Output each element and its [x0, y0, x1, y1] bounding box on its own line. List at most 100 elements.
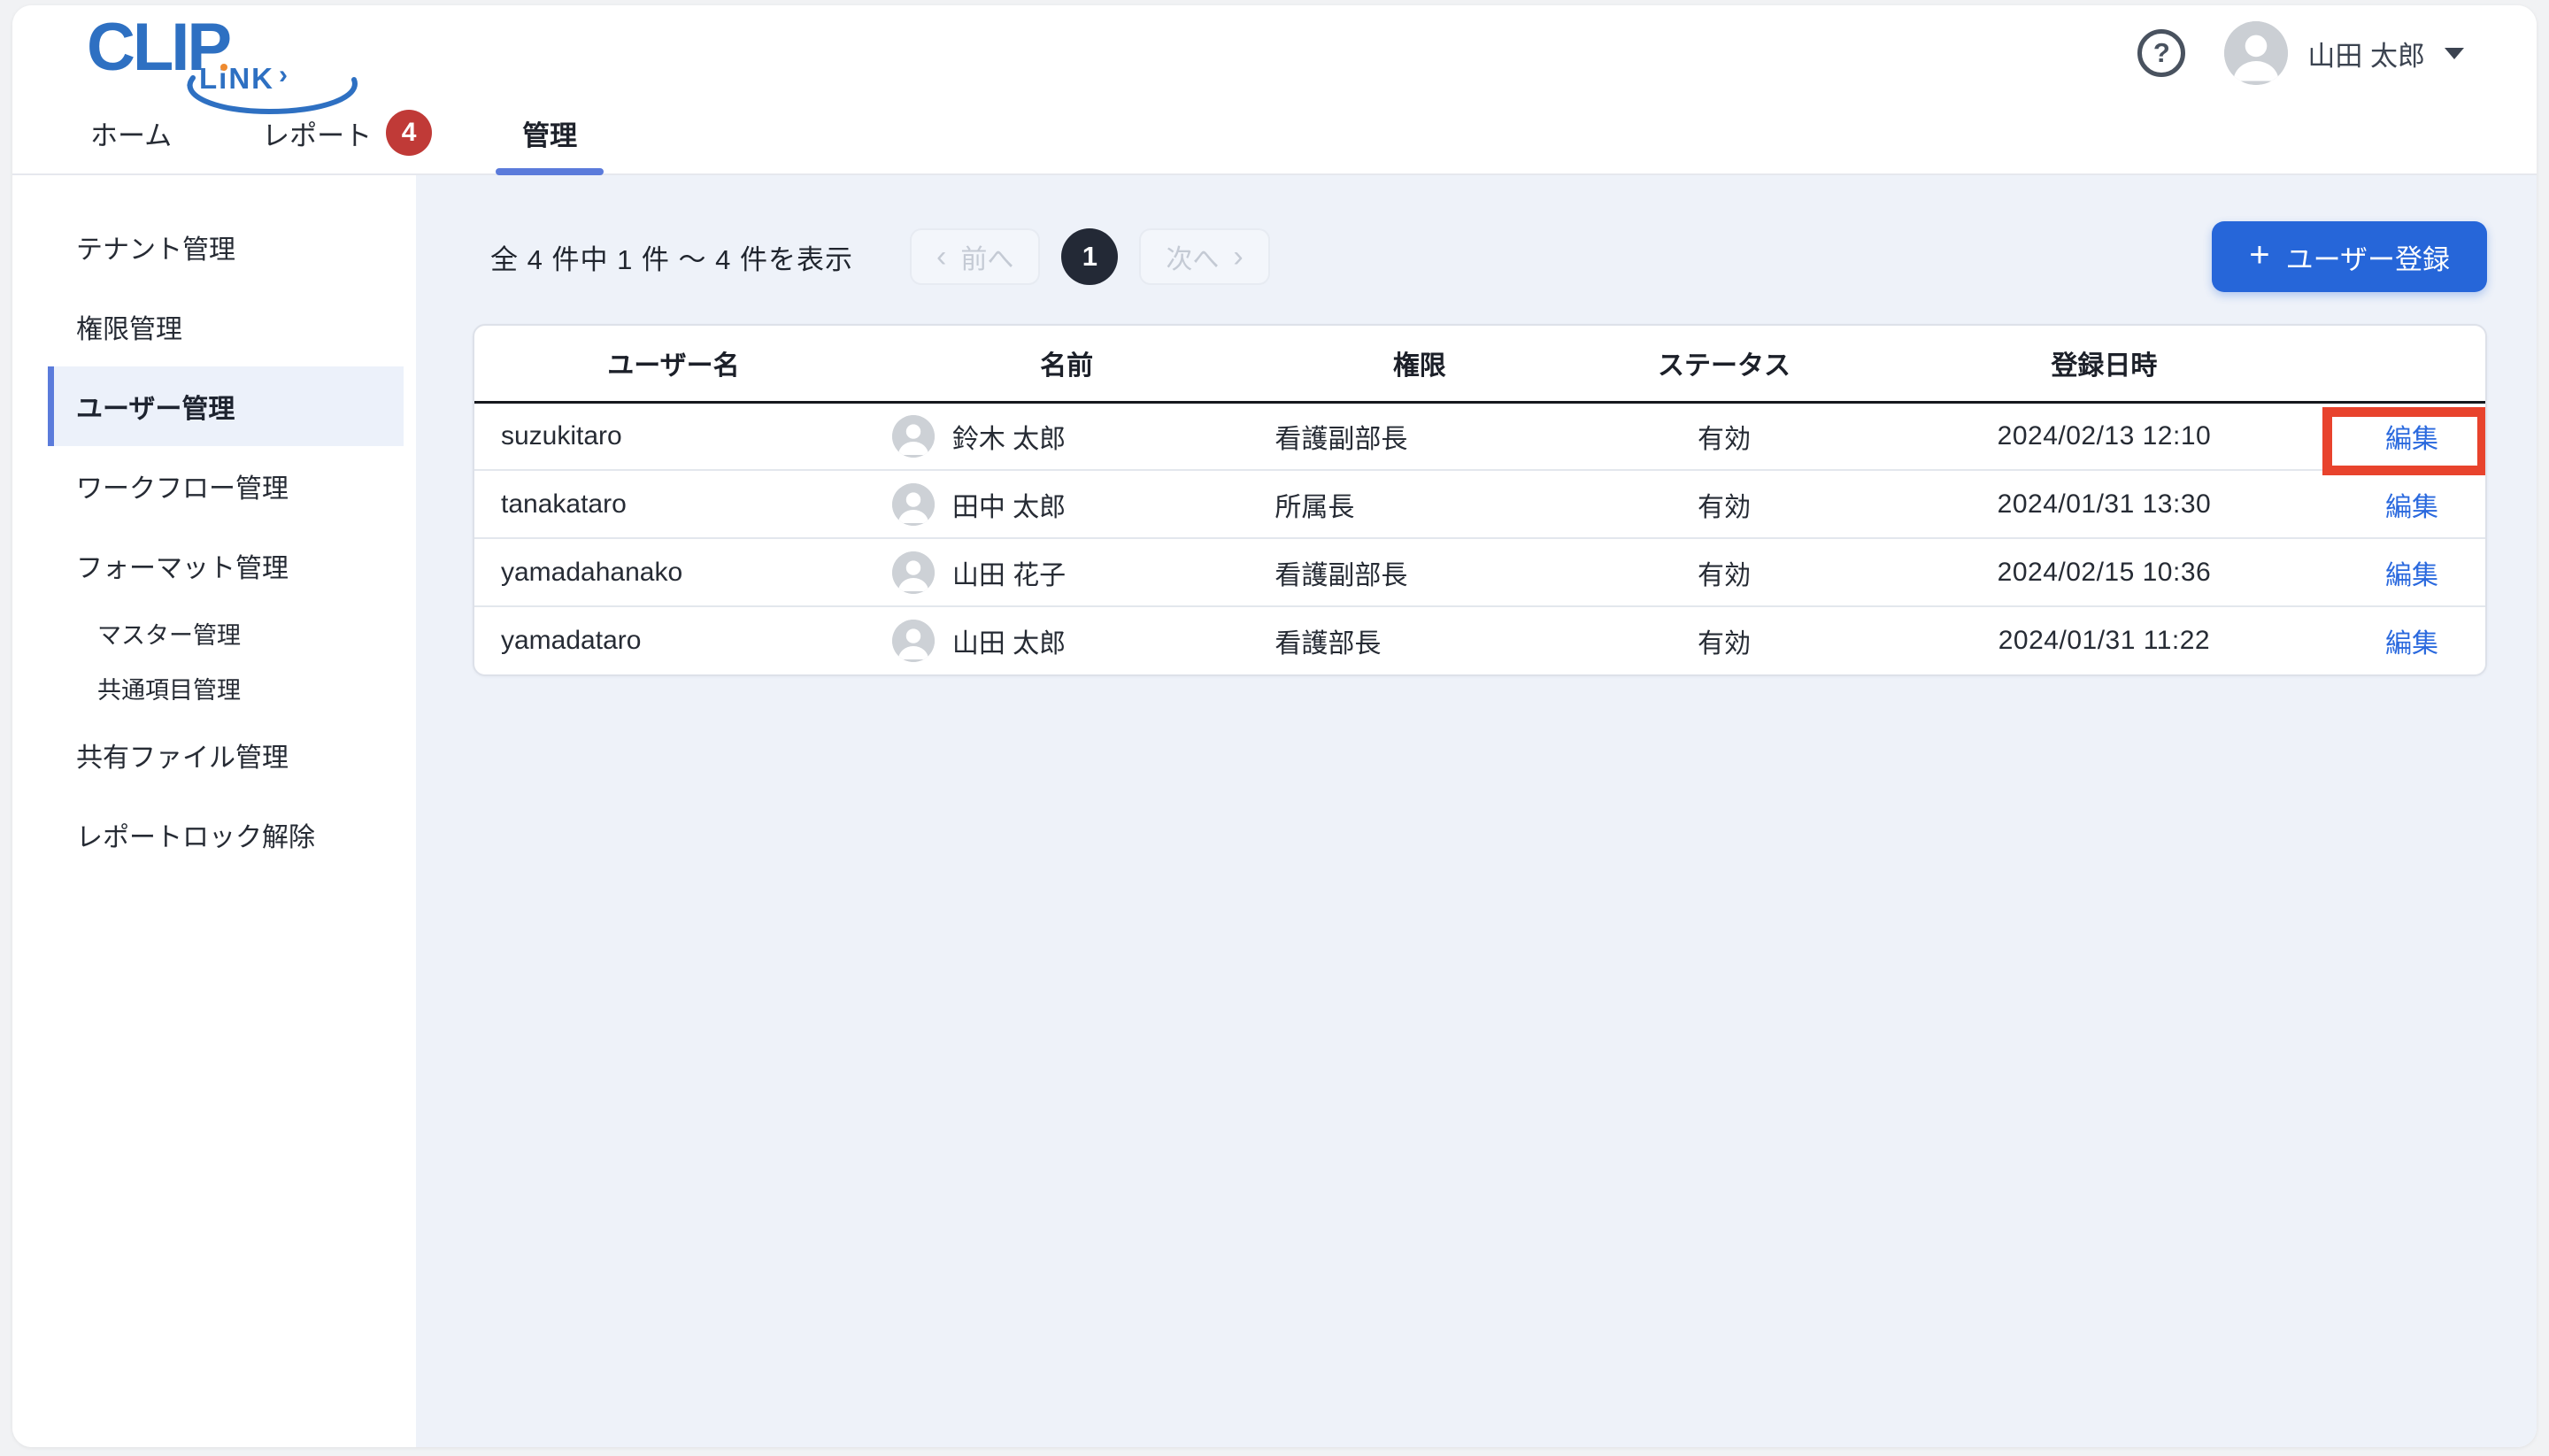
pagination: ‹ 前へ 1 次へ ›	[910, 228, 1270, 285]
sidebar-item-label: レポートロック解除	[76, 823, 315, 852]
tab-reports-label: レポート	[262, 119, 373, 151]
cell-role: 看護副部長	[1274, 424, 1408, 454]
cell-actions: 編集	[2338, 469, 2485, 538]
users-table: ユーザー名 名前 権限 ステータス 登録日時 suzukitaro 鈴木 太郎 …	[474, 326, 2485, 674]
logo-right-tip-icon: ›	[279, 59, 288, 89]
cell-name: 田中 太郎	[873, 482, 1260, 526]
sidebar-item-master-management[interactable]: マスター管理	[12, 605, 416, 660]
edit-link[interactable]: 編集	[2385, 425, 2438, 454]
admin-sidebar: テナント管理 権限管理 ユーザー管理 ワークフロー管理 フォーマット管理 マスタ…	[12, 175, 416, 1447]
sidebar-item-tenant-management[interactable]: テナント管理	[12, 207, 416, 287]
sidebar-item-label: 共通項目管理	[97, 676, 241, 704]
chevron-down-icon	[2445, 47, 2464, 59]
edit-link[interactable]: 編集	[2385, 493, 2438, 522]
table-row: yamadahanako 山田 花子 看護副部長 有効 2024/02/15 1…	[474, 537, 2485, 606]
sidebar-item-permission-management[interactable]: 権限管理	[12, 287, 416, 366]
users-table-card: ユーザー名 名前 権限 ステータス 登録日時 suzukitaro 鈴木 太郎 …	[473, 324, 2487, 676]
main-nav-tabs: ホーム レポート 4 管理	[64, 92, 641, 175]
name-label: 田中 太郎	[951, 492, 1067, 522]
cell-username: yamadahanako	[474, 537, 873, 606]
sidebar-item-label: マスター管理	[97, 621, 241, 649]
logo-sub-wordmark: LiNK	[199, 64, 274, 93]
sidebar-item-format-management[interactable]: フォーマット管理	[12, 526, 416, 605]
cell-actions: 編集	[2322, 402, 2485, 475]
sidebar-item-label: 共有ファイル管理	[76, 743, 289, 773]
cell-status: 有効	[1578, 605, 1870, 674]
tab-home[interactable]: ホーム	[64, 92, 198, 173]
table-row: yamadataro 山田 太郎 看護部長 有効 2024/01/31 11:2…	[474, 605, 2485, 674]
user-name-label: 山田 太郎	[2307, 40, 2425, 72]
row-avatar	[891, 551, 935, 594]
name-label: 山田 花子	[951, 560, 1067, 590]
edit-link[interactable]: 編集	[2385, 561, 2438, 590]
cell-role: 看護部長	[1260, 605, 1579, 674]
sidebar-item-shared-file-management[interactable]: 共有ファイル管理	[12, 715, 416, 795]
cell-name: 鈴木 太郎	[873, 414, 1260, 458]
app-window: CLIP ‹ LiNK › ホーム レポート 4 管理 ? 山田 太郎 テナント…	[12, 5, 2537, 1447]
sidebar-item-report-lock-release[interactable]: レポートロック解除	[12, 795, 416, 874]
current-page-button[interactable]: 1	[1061, 228, 1119, 285]
cell-username: suzukitaro	[501, 420, 622, 451]
row-avatar	[891, 482, 935, 526]
app-body: テナント管理 権限管理 ユーザー管理 ワークフロー管理 フォーマット管理 マスタ…	[12, 175, 2537, 1447]
list-toolbar: 全 4 件中 1 件 ～ 4 件を表示 ‹ 前へ 1 次へ › + ユーザー登録	[473, 221, 2487, 292]
cell-actions: 編集	[2338, 605, 2485, 674]
cell-name: 山田 花子	[873, 551, 1260, 594]
user-management-content: 全 4 件中 1 件 ～ 4 件を表示 ‹ 前へ 1 次へ › + ユーザー登録	[416, 175, 2537, 1447]
help-icon[interactable]: ?	[2137, 29, 2186, 77]
top-bar: CLIP ‹ LiNK › ホーム レポート 4 管理 ? 山田 太郎	[12, 5, 2537, 175]
cell-username: yamadataro	[474, 605, 873, 674]
header-status: ステータス	[1578, 326, 1870, 404]
header-registered-at: 登録日時	[1869, 326, 2339, 404]
header-username: ユーザー名	[474, 326, 873, 404]
add-user-button[interactable]: + ユーザー登録	[2212, 221, 2487, 292]
sidebar-item-workflow-management[interactable]: ワークフロー管理	[12, 446, 416, 526]
table-row: suzukitaro 鈴木 太郎 看護副部長 有効 2024/02/13 12:…	[474, 402, 2485, 475]
user-avatar	[2224, 21, 2289, 85]
cell-registered-at: 2024/01/31 13:30	[1869, 469, 2339, 538]
prev-page-label: 前へ	[960, 245, 1014, 274]
cell-role: 所属長	[1260, 469, 1579, 538]
next-page-button[interactable]: 次へ ›	[1139, 228, 1270, 285]
cell-status: 有効	[1698, 424, 1752, 454]
user-menu[interactable]: 山田 太郎	[2224, 21, 2464, 85]
cell-registered-at: 2024/01/31 11:22	[1869, 605, 2339, 674]
name-label: 山田 太郎	[951, 629, 1067, 659]
sidebar-item-label: ワークフロー管理	[76, 474, 289, 504]
sidebar-item-user-management[interactable]: ユーザー管理	[48, 366, 404, 446]
reports-count-badge: 4	[386, 110, 433, 156]
sidebar-item-common-item-management[interactable]: 共通項目管理	[12, 660, 416, 715]
logo-sub-text: LiNK	[199, 62, 274, 95]
cell-status: 有効	[1578, 537, 1870, 606]
next-page-label: 次へ	[1166, 245, 1220, 274]
table-row: tanakataro 田中 太郎 所属長 有効 2024/01/31 13:30…	[474, 469, 2485, 538]
logo-orange-dot-icon	[220, 64, 227, 71]
sidebar-item-label: フォーマット管理	[76, 554, 289, 583]
cell-registered-at: 2024/02/15 10:36	[1869, 537, 2339, 606]
header-actions	[2338, 326, 2485, 404]
cell-role: 看護副部長	[1260, 537, 1579, 606]
add-user-button-label: ユーザー登録	[2285, 243, 2450, 275]
cell-actions: 編集	[2338, 537, 2485, 606]
plus-icon: +	[2249, 235, 2270, 274]
cell-registered-at: 2024/02/13 12:10	[1997, 420, 2212, 451]
header-role: 権限	[1260, 326, 1579, 404]
cell-status: 有効	[1578, 469, 1870, 538]
tab-reports[interactable]: レポート 4	[235, 92, 458, 173]
chevron-left-icon: ‹	[936, 240, 947, 273]
tab-home-label: ホーム	[90, 119, 173, 151]
name-label: 鈴木 太郎	[951, 424, 1067, 454]
row-avatar	[891, 414, 935, 458]
chevron-right-icon: ›	[1233, 240, 1244, 273]
cell-username: tanakataro	[474, 469, 873, 538]
result-summary: 全 4 件中 1 件 ～ 4 件を表示	[490, 243, 854, 275]
topbar-right-group: ? 山田 太郎	[2137, 19, 2464, 87]
edit-link[interactable]: 編集	[2385, 629, 2438, 659]
header-name: 名前	[872, 326, 1261, 404]
sidebar-item-label: テナント管理	[76, 235, 235, 265]
tab-admin-label: 管理	[522, 119, 578, 151]
row-avatar	[891, 620, 935, 662]
prev-page-button[interactable]: ‹ 前へ	[910, 228, 1041, 285]
tab-admin[interactable]: 管理	[496, 92, 605, 175]
cell-name: 山田 太郎	[873, 620, 1260, 662]
